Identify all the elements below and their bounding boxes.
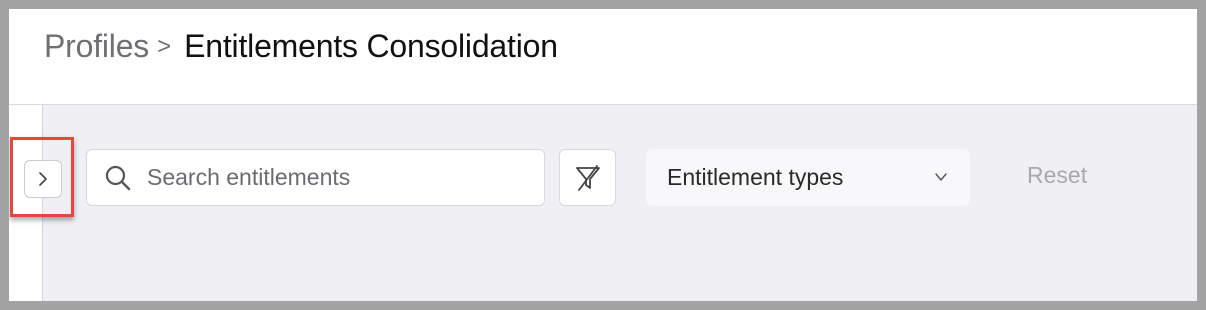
page-header: Profiles > Entitlements Consolidation xyxy=(9,9,1197,105)
chevron-right-icon xyxy=(39,172,47,186)
chevron-down-icon xyxy=(935,173,947,181)
search-icon xyxy=(103,163,133,193)
page-title: Entitlements Consolidation xyxy=(184,27,558,64)
content-area: Entitlement types Reset xyxy=(9,105,1197,301)
entitlement-types-label: Entitlement types xyxy=(667,164,844,190)
expand-sidebar-button[interactable] xyxy=(24,160,62,198)
search-input[interactable] xyxy=(145,163,529,192)
breadcrumb-profiles-link[interactable]: Profiles xyxy=(44,28,149,65)
breadcrumb: Profiles > Entitlements Consolidation xyxy=(44,26,558,66)
collapsed-sidebar xyxy=(9,105,43,301)
entitlement-types-dropdown[interactable]: Entitlement types xyxy=(646,149,970,206)
app-window: Profiles > Entitlements Consolidation Se… xyxy=(9,9,1197,301)
clear-filter-icon xyxy=(575,164,600,191)
screenshot-frame: Profiles > Entitlements Consolidation Se… xyxy=(0,0,1206,310)
clear-filter-button[interactable] xyxy=(559,149,616,206)
breadcrumb-separator: > xyxy=(157,33,172,60)
search-box[interactable] xyxy=(86,149,545,206)
reset-button[interactable]: Reset xyxy=(1027,162,1087,189)
